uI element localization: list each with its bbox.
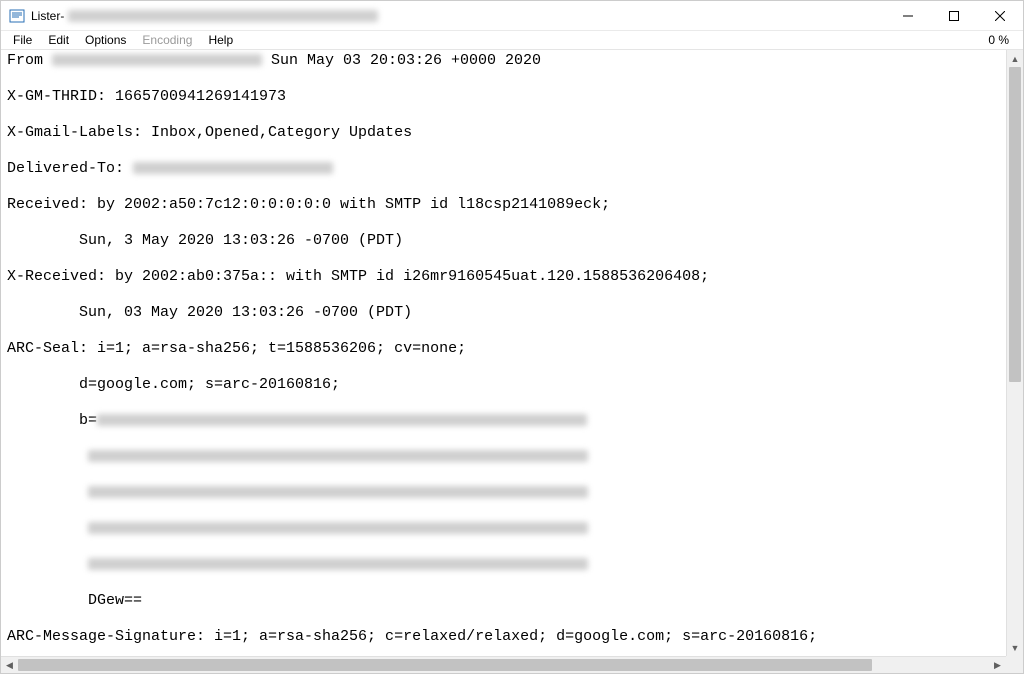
scroll-up-arrow-icon[interactable]: ▲ <box>1007 50 1023 67</box>
title-filename-redacted <box>68 10 378 22</box>
maximize-button[interactable] <box>931 1 977 31</box>
vscroll-track[interactable] <box>1007 67 1023 639</box>
menu-help[interactable]: Help <box>200 31 241 49</box>
content-area: From Sun May 03 20:03:26 +0000 2020 X-GM… <box>1 50 1023 673</box>
menu-file[interactable]: File <box>5 31 40 49</box>
vertical-scrollbar[interactable]: ▲ ▼ <box>1006 50 1023 656</box>
text-viewport[interactable]: From Sun May 03 20:03:26 +0000 2020 X-GM… <box>1 50 1023 673</box>
menu-encoding[interactable]: Encoding <box>134 31 200 49</box>
title-sep: - <box>60 9 64 23</box>
horizontal-scrollbar[interactable]: ◀ ▶ <box>1 656 1006 673</box>
minimize-button[interactable] <box>885 1 931 31</box>
scrollbar-corner <box>1006 656 1023 673</box>
app-window: Lister - File Edit Options Encoding Help… <box>0 0 1024 674</box>
menu-edit[interactable]: Edit <box>40 31 77 49</box>
email-headers-text: From Sun May 03 20:03:26 +0000 2020 X-GM… <box>1 50 1023 673</box>
app-icon <box>9 8 25 24</box>
vscroll-thumb[interactable] <box>1009 67 1021 382</box>
hscroll-track[interactable] <box>18 657 989 673</box>
menu-options[interactable]: Options <box>77 31 134 49</box>
title-app: Lister <box>31 9 60 23</box>
scroll-down-arrow-icon[interactable]: ▼ <box>1007 639 1023 656</box>
scroll-percent: 0 % <box>988 33 1019 47</box>
scroll-left-arrow-icon[interactable]: ◀ <box>1 657 18 673</box>
close-button[interactable] <box>977 1 1023 31</box>
hscroll-thumb[interactable] <box>18 659 872 671</box>
scroll-right-arrow-icon[interactable]: ▶ <box>989 657 1006 673</box>
titlebar: Lister - <box>1 1 1023 31</box>
menubar: File Edit Options Encoding Help 0 % <box>1 31 1023 50</box>
